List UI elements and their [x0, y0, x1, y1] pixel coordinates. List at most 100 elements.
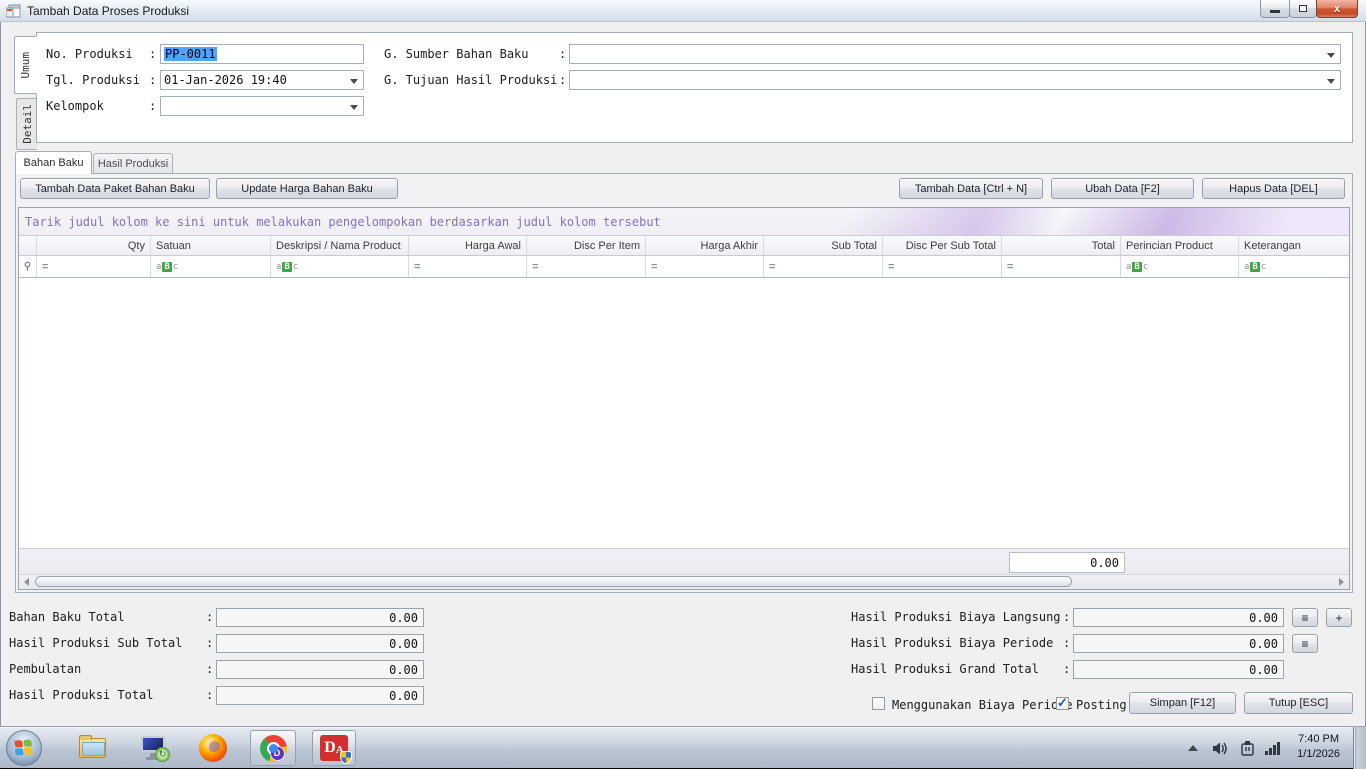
column-header-disc-per-item[interactable]: Disc Per Item: [527, 236, 646, 255]
biaya-periode-list-button[interactable]: ≡: [1292, 634, 1318, 653]
tray-show-hidden-icons-button[interactable]: [1186, 730, 1200, 766]
posting-checkbox[interactable]: [1056, 697, 1069, 710]
column-header-keterangan[interactable]: Keterangan: [1239, 236, 1349, 255]
colon: :: [1063, 610, 1070, 624]
side-tab-detail[interactable]: Detail: [16, 98, 37, 150]
tambah-paket-bahan-baku-button[interactable]: Tambah Data Paket Bahan Baku: [20, 178, 210, 199]
filter-cell-disc-per-item[interactable]: =: [527, 256, 646, 277]
tab-bahan-baku[interactable]: Bahan Baku: [15, 151, 92, 174]
sumber-bahan-baku-combo[interactable]: [569, 44, 1341, 64]
tujuan-hasil-produksi-combo[interactable]: [569, 70, 1341, 90]
filter-cell-satuan[interactable]: aBc: [151, 256, 271, 277]
taskbar-active-app-button[interactable]: DA: [312, 730, 356, 766]
column-header-harga-awal[interactable]: Harga Awal: [409, 236, 527, 255]
plug-icon: [1240, 740, 1255, 756]
chevron-down-icon: [350, 79, 358, 84]
uac-shield-icon: [340, 751, 352, 764]
column-header-deskripsi[interactable]: Deskripsi / Nama Product: [271, 236, 409, 255]
column-header-qty[interactable]: Qty: [37, 236, 151, 255]
tambah-data-button[interactable]: Tambah Data [Ctrl + N]: [899, 178, 1043, 199]
column-header-harga-akhir[interactable]: Harga Akhir: [646, 236, 764, 255]
kelompok-combo[interactable]: [160, 96, 364, 116]
tray-volume-button[interactable]: [1208, 730, 1232, 766]
hapus-data-button[interactable]: Hapus Data [DEL]: [1202, 178, 1345, 199]
update-harga-bahan-baku-button[interactable]: Update Harga Bahan Baku: [216, 178, 398, 199]
equals-filter-icon: =: [1007, 261, 1012, 273]
footer-total-summary: 0.00: [1009, 552, 1125, 573]
hasil-produksi-sub-total-label: Hasil Produksi Sub Total: [9, 636, 182, 650]
colon: :: [206, 688, 213, 702]
grand-total-label: Hasil Produksi Grand Total: [851, 662, 1039, 676]
equals-filter-icon: =: [769, 261, 774, 273]
minimize-button[interactable]: [1260, 0, 1290, 18]
tutup-button[interactable]: Tutup [ESC]: [1244, 692, 1353, 714]
grid-empty-body[interactable]: [19, 278, 1349, 548]
filter-cell-harga-awal[interactable]: =: [409, 256, 527, 277]
tab-hasil-produksi[interactable]: Hasil Produksi: [93, 153, 173, 174]
group-by-hint: Tarik judul kolom ke sini untuk melakuka…: [25, 215, 661, 229]
biaya-langsung-list-button[interactable]: ≡: [1292, 608, 1318, 627]
horizontal-scrollbar[interactable]: [19, 574, 1349, 589]
tujuan-hasil-produksi-label: G. Tujuan Hasil Produksi: [384, 73, 557, 87]
taskbar-explorer-button[interactable]: [72, 730, 112, 766]
equals-filter-icon: =: [42, 261, 47, 273]
filter-cell-harga-akhir[interactable]: =: [646, 256, 764, 277]
filter-cell-total[interactable]: =: [1002, 256, 1121, 277]
start-button[interactable]: [6, 730, 42, 766]
column-header-satuan[interactable]: Satuan: [151, 236, 271, 255]
taskbar-firefox-button[interactable]: [192, 730, 234, 766]
chevron-up-icon: [1188, 745, 1198, 751]
abc-filter-icon: aBc: [1244, 262, 1266, 272]
bahan-baku-total-value: 0.00: [216, 608, 424, 627]
filter-cell-keterangan[interactable]: aBc: [1239, 256, 1349, 277]
signal-bars-icon: [1265, 742, 1280, 755]
taskbar-remote-desktop-button[interactable]: ↻: [132, 730, 174, 766]
colon: :: [206, 662, 213, 676]
filter-pin-icon: [19, 256, 37, 277]
scroll-left-icon[interactable]: [24, 578, 29, 586]
simpan-button[interactable]: Simpan [F12]: [1129, 692, 1236, 714]
equals-filter-icon: =: [651, 261, 656, 273]
tray-network-button[interactable]: [1260, 730, 1284, 766]
abc-filter-icon: aBc: [1126, 262, 1148, 272]
posting-label: Posting: [1076, 698, 1127, 712]
colon: :: [149, 99, 156, 113]
filter-cell-qty[interactable]: =: [37, 256, 151, 277]
tgl-produksi-combo[interactable]: 01-Jan-2026 19:40: [160, 70, 364, 90]
filter-cell-perincian-product[interactable]: aBc: [1121, 256, 1239, 277]
tray-remove-hardware-button[interactable]: [1236, 730, 1258, 766]
window-title: Tambah Data Proses Produksi: [27, 4, 189, 18]
grid-group-by-panel[interactable]: Tarik judul kolom ke sini untuk melakuka…: [19, 208, 1349, 236]
colon: :: [559, 47, 566, 61]
column-header-sub-total[interactable]: Sub Total: [764, 236, 883, 255]
biaya-langsung-value: 0.00: [1073, 608, 1284, 627]
sumber-bahan-baku-label: G. Sumber Bahan Baku: [384, 47, 529, 61]
close-button[interactable]: x: [1316, 0, 1358, 18]
no-produksi-input[interactable]: PP-0011: [160, 44, 364, 64]
biaya-langsung-add-button[interactable]: +: [1326, 608, 1352, 627]
grid-summary-footer: 0.00: [19, 548, 1349, 574]
restore-button[interactable]: [1289, 0, 1317, 18]
menggunakan-biaya-periode-checkbox[interactable]: [872, 697, 885, 710]
column-header-perincian-product[interactable]: Perincian Product: [1121, 236, 1239, 255]
chevron-down-icon: [1327, 79, 1335, 84]
biaya-periode-value: 0.00: [1073, 634, 1284, 653]
filter-cell-sub-total[interactable]: =: [764, 256, 883, 277]
equals-filter-icon: =: [532, 261, 537, 273]
equals-filter-icon: =: [414, 261, 419, 273]
speaker-icon: [1212, 741, 1229, 756]
taskbar-chrome-button[interactable]: D: [250, 730, 296, 766]
show-desktop-button[interactable]: [1353, 727, 1366, 769]
tray-clock[interactable]: 7:40 PM 1/1/2026: [1297, 732, 1340, 762]
bahan-baku-grid: Tarik judul kolom ke sini untuk melakuka…: [18, 207, 1350, 590]
ubah-data-button[interactable]: Ubah Data [F2]: [1051, 178, 1194, 199]
column-header-total[interactable]: Total: [1002, 236, 1121, 255]
column-header-disc-per-sub-total[interactable]: Disc Per Sub Total: [883, 236, 1002, 255]
scrollbar-thumb[interactable]: [35, 576, 1072, 587]
scroll-right-icon[interactable]: [1339, 578, 1344, 586]
filter-cell-deskripsi[interactable]: aBc: [271, 256, 409, 277]
titlebar: Tambah Data Proses Produksi x: [0, 0, 1366, 22]
filter-cell-disc-per-sub-total[interactable]: =: [883, 256, 1002, 277]
app-window: Tambah Data Proses Produksi x Umum Detai…: [0, 0, 1366, 768]
side-tab-umum[interactable]: Umum: [14, 36, 37, 94]
